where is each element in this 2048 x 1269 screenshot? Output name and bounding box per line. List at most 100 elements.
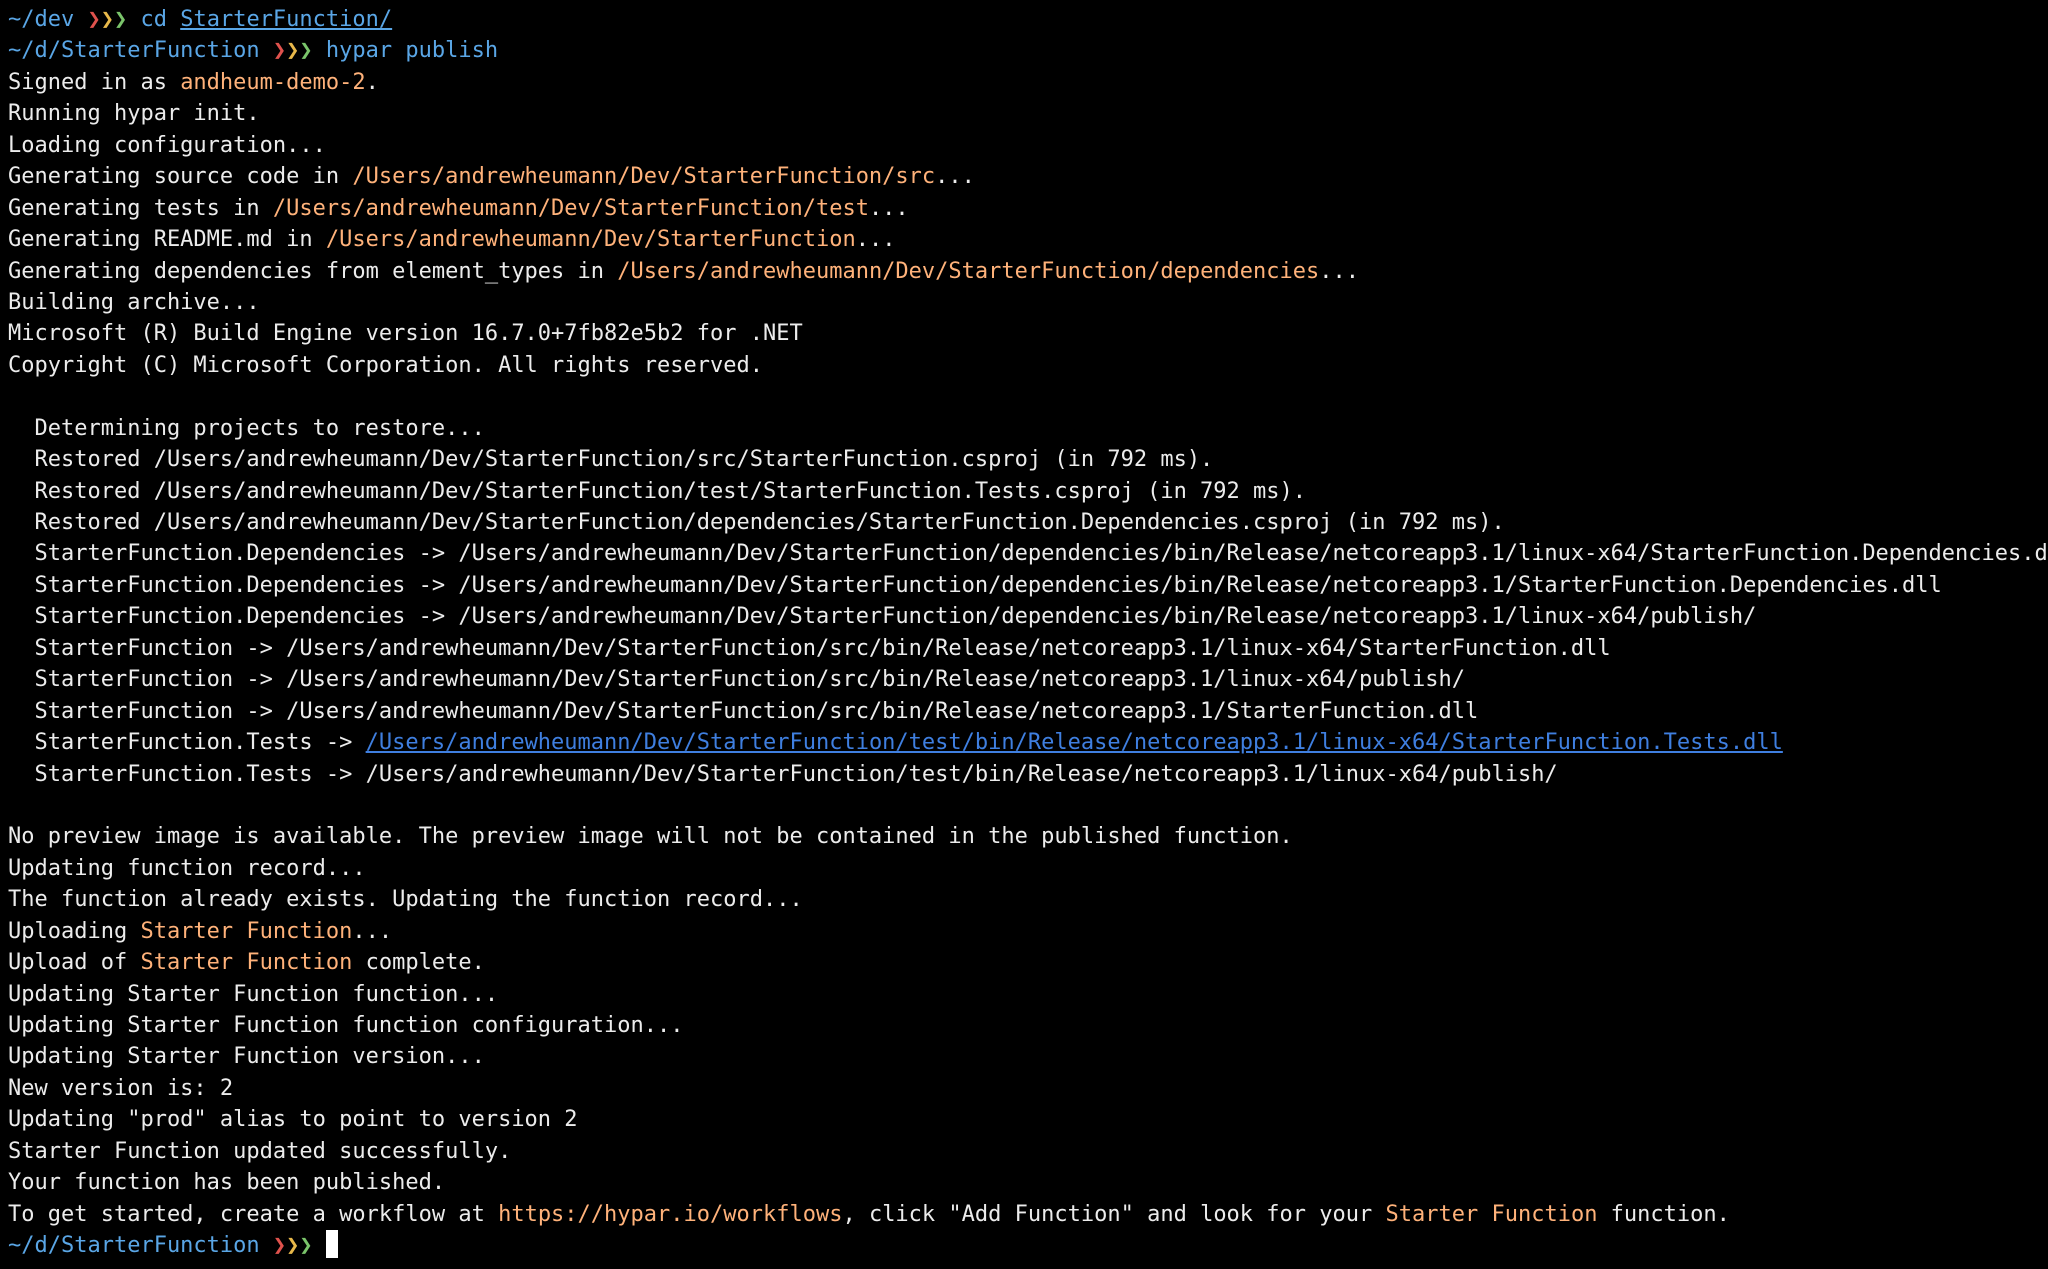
prompt-line-publish: ~/d/StarterFunction ❯❯❯ hypar publish xyxy=(8,35,2044,66)
output-line: Microsoft (R) Build Engine version 16.7.… xyxy=(8,318,2044,349)
terminal-output[interactable]: ~/dev ❯❯❯ cd StarterFunction/~/d/Starter… xyxy=(8,4,2048,1262)
output-line: StarterFunction.Tests -> /Users/andrewhe… xyxy=(8,759,2044,790)
prompt-chevron-icon: ❯ xyxy=(100,7,114,32)
prompt-chevron-icon: ❯ xyxy=(113,7,128,32)
output-line: StarterFunction -> /Users/andrewheumann/… xyxy=(8,633,2044,664)
prompt-chevron-icon: ❯ xyxy=(272,38,287,64)
file-link[interactable]: /Users/andrewheumann/Dev/StarterFunction… xyxy=(366,730,1783,755)
output-text: Upload of xyxy=(8,950,141,976)
output-text: Updating function record... xyxy=(8,855,366,881)
output-text: Signed in as xyxy=(8,69,181,95)
output-line: Loading configuration... xyxy=(8,130,2044,161)
output-line: Updating Starter Function function... xyxy=(8,979,2044,1010)
output-line: Building archive... xyxy=(8,287,2044,318)
workflows-url-link[interactable]: https://hypar.io/workflows xyxy=(498,1202,842,1227)
output-text: StarterFunction.Dependencies -> /Users/a… xyxy=(8,604,1757,630)
output-line: StarterFunction -> /Users/andrewheumann/… xyxy=(8,664,2044,695)
prompt-path: ~/d/StarterFunction xyxy=(8,1233,273,1259)
output-text: Microsoft (R) Build Engine version 16.7.… xyxy=(8,321,803,347)
output-text: , click "Add Function" and look for your xyxy=(842,1201,1386,1227)
output-text: ... xyxy=(352,918,393,944)
output-text: Generating README.md in xyxy=(8,227,326,253)
output-text: StarterFunction.Dependencies -> /Users/a… xyxy=(8,541,2048,567)
command-text: hypar publish xyxy=(312,38,499,64)
text-cursor xyxy=(325,1230,338,1259)
prompt-chevron-icon: ❯ xyxy=(299,1233,313,1259)
highlighted-text: Starter Function xyxy=(1385,1201,1598,1227)
output-line: New version is: 2 xyxy=(8,1073,2044,1104)
output-line: StarterFunction.Tests -> /Users/andrewhe… xyxy=(8,727,2044,758)
output-line: StarterFunction.Dependencies -> /Users/a… xyxy=(8,601,2044,632)
output-text: Restored /Users/andrewheumann/Dev/Starte… xyxy=(8,447,1214,473)
output-text: Loading configuration... xyxy=(8,132,326,158)
output-line: Generating dependencies from element_typ… xyxy=(8,256,2044,287)
output-text: complete. xyxy=(352,950,485,976)
output-line: StarterFunction.Dependencies -> /Users/a… xyxy=(8,538,2048,569)
output-line: Running hypar init. xyxy=(8,98,2044,129)
output-text: Generating source code in xyxy=(8,164,353,190)
output-text: ... xyxy=(855,227,896,253)
output-line: Updating Starter Function function confi… xyxy=(8,1010,2044,1041)
output-line: The function already exists. Updating th… xyxy=(8,884,2044,915)
output-line: To get started, create a workflow at htt… xyxy=(8,1199,2044,1230)
output-line: Generating source code in /Users/andrewh… xyxy=(8,161,2044,192)
path-text: /Users/andrewheumann/Dev/StarterFunction… xyxy=(617,258,1320,284)
output-text: Copyright (C) Microsoft Corporation. All… xyxy=(8,352,763,378)
output-line: Generating README.md in /Users/andrewheu… xyxy=(8,224,2044,255)
output-line: Updating Starter Function version... xyxy=(8,1041,2044,1072)
prompt-line-cd: ~/dev ❯❯❯ cd StarterFunction/ xyxy=(8,4,2044,35)
prompt-line-current: ~/d/StarterFunction ❯❯❯ xyxy=(8,1230,2044,1261)
output-text: StarterFunction.Tests -> xyxy=(8,730,366,756)
output-text: Starter Function updated successfully. xyxy=(8,1138,512,1164)
output-line: No preview image is available. The previ… xyxy=(8,821,2044,852)
output-text: Updating Starter Function function... xyxy=(8,981,499,1007)
output-text: StarterFunction.Tests -> /Users/andrewhe… xyxy=(8,761,1558,787)
output-line: Copyright (C) Microsoft Corporation. All… xyxy=(8,350,2044,381)
output-text: Restored /Users/andrewheumann/Dev/Starte… xyxy=(8,478,1307,504)
output-line: Determining projects to restore... xyxy=(8,413,2044,444)
output-text: ... xyxy=(1319,258,1360,284)
output-text: The function already exists. Updating th… xyxy=(8,887,803,913)
highlighted-text: Starter Function xyxy=(140,918,353,944)
prompt-chevron-icon: ❯ xyxy=(286,1233,300,1259)
prompt-path: ~/dev xyxy=(8,7,88,32)
output-text: Updating Starter Function version... xyxy=(8,1044,485,1070)
output-text: New version is: 2 xyxy=(8,1075,234,1101)
output-line: Updating "prod" alias to point to versio… xyxy=(8,1104,2044,1135)
output-line: Upload of Starter Function complete. xyxy=(8,947,2044,978)
output-text: Generating tests in xyxy=(8,195,273,221)
output-line: Generating tests in /Users/andrewheumann… xyxy=(8,193,2044,224)
output-text: Updating "prod" alias to point to versio… xyxy=(8,1107,578,1133)
output-line: StarterFunction.Dependencies -> /Users/a… xyxy=(8,570,2044,601)
output-text: StarterFunction -> /Users/andrewheumann/… xyxy=(8,698,1479,724)
output-text: Your function has been published. xyxy=(8,1170,446,1196)
output-text: Restored /Users/andrewheumann/Dev/Starte… xyxy=(8,510,1505,535)
prompt-chevron-icon: ❯ xyxy=(87,7,101,32)
output-text: Uploading xyxy=(8,918,141,944)
prompt-chevron-icon: ❯ xyxy=(299,38,313,64)
output-text: . xyxy=(365,69,379,95)
prompt-chevron-icon: ❯ xyxy=(286,38,300,64)
highlighted-text: andheum-demo-2 xyxy=(180,69,366,95)
output-text: Building archive... xyxy=(8,289,260,315)
output-text: ... xyxy=(935,164,975,190)
output-text: StarterFunction -> /Users/andrewheumann/… xyxy=(8,667,1465,693)
output-text: No preview image is available. The previ… xyxy=(8,824,1293,850)
prompt-path: ~/d/StarterFunction xyxy=(8,38,273,64)
highlighted-text: Starter Function xyxy=(140,950,353,976)
output-line: Uploading Starter Function... xyxy=(8,916,2044,947)
output-line: Updating function record... xyxy=(8,853,2044,884)
output-line: Restored /Users/andrewheumann/Dev/Starte… xyxy=(8,476,2044,507)
output-text: StarterFunction -> /Users/andrewheumann/… xyxy=(8,635,1611,661)
output-text: Running hypar init. xyxy=(8,101,260,127)
output-text: Updating Starter Function function confi… xyxy=(8,1013,684,1038)
path-text: /Users/andrewheumann/Dev/StarterFunction… xyxy=(352,164,936,190)
output-text: Generating dependencies from element_typ… xyxy=(8,258,618,284)
output-text: function. xyxy=(1597,1201,1730,1227)
path-text: /Users/andrewheumann/Dev/StarterFunction… xyxy=(272,195,869,221)
dir-link[interactable]: StarterFunction/ xyxy=(180,7,392,32)
output-line: StarterFunction -> /Users/andrewheumann/… xyxy=(8,696,2044,727)
